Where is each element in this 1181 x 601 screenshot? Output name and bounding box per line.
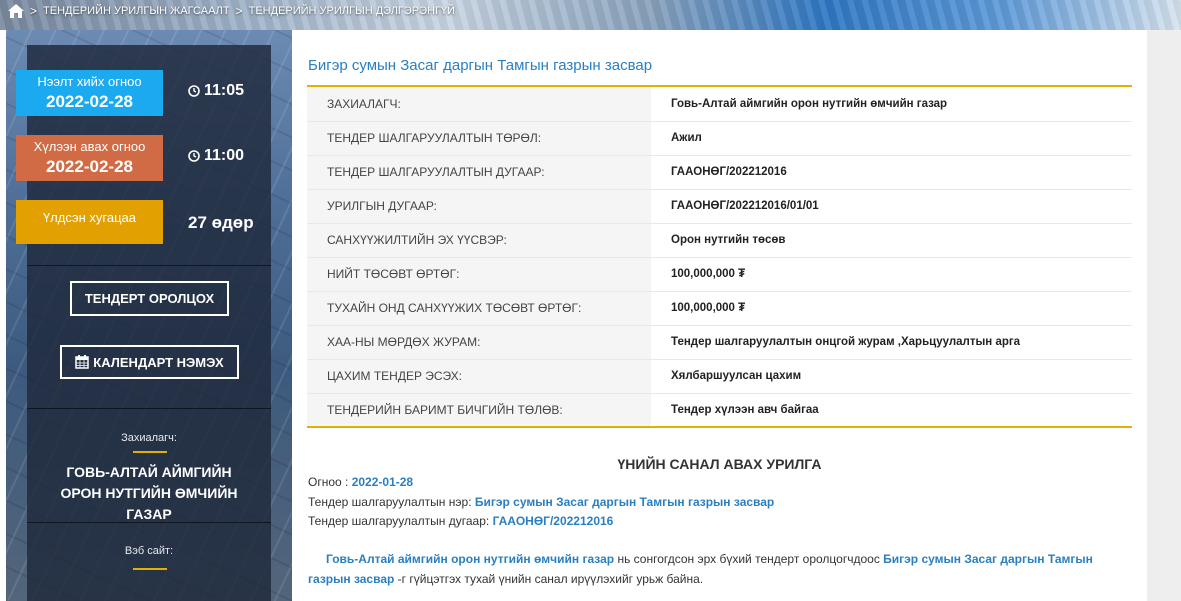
open-time: 11:05	[188, 82, 244, 100]
row-value: Хялбаршуулсан цахим	[651, 359, 1132, 394]
row-value: ГААОНӨГ/202212016	[651, 155, 1132, 190]
row-value: Говь-Алтай аймгийн орон нутгийн өмчийн г…	[651, 87, 1132, 122]
customer-name: ГОВЬ-АЛТАЙ АЙМГИЙН ОРОН НУТГИЙН ӨМЧИЙН Г…	[60, 464, 238, 522]
participate-tender-button[interactable]: ТЕНДЕРТ ОРОЛЦОХ	[70, 281, 229, 316]
row-value: 100,000,000 ₮	[651, 257, 1132, 292]
clock-icon	[188, 150, 200, 162]
right-gutter	[1147, 30, 1181, 601]
table-row: ТЕНДЕР ШАЛГАРУУЛАЛТЫН ТӨРӨЛ: Ажил	[307, 121, 1132, 156]
invitation-heading: ҮНИЙН САНАЛ АВАХ УРИЛГА	[617, 456, 822, 472]
row-key: ТЕНДЕР ШАЛГАРУУЛАЛТЫН ДУГААР:	[307, 155, 651, 190]
add-to-calendar-label: КАЛЕНДАРТ НЭМЭХ	[93, 354, 224, 370]
home-icon[interactable]	[8, 4, 24, 18]
row-value: 100,000,000 ₮	[651, 291, 1132, 326]
main-content: Бигэр сумын Засаг даргын Тамгын газрын з…	[293, 30, 1147, 601]
breadcrumb-separator: >	[235, 4, 243, 18]
tender-title: Бигэр сумын Засаг даргын Тамгын газрын з…	[308, 57, 653, 74]
invitation-number-line: Тендер шалгаруулалтын дугаар: ГААОНӨГ/20…	[308, 514, 613, 528]
invitation-date-line: Огноо : 2022-01-28	[308, 475, 413, 489]
remaining-value: 27 өдөр	[188, 213, 254, 232]
tender-info-table: ЗАХИАЛАГЧ: Говь-Алтай аймгийн орон нутгий…	[307, 87, 1132, 428]
calendar-icon	[75, 355, 90, 369]
close-date-value: 2022-02-28	[46, 157, 133, 176]
row-key: ТУХАЙН ОНД САНХҮҮЖИХ ТӨСӨВТ ӨРТӨГ:	[307, 291, 651, 326]
row-key: ХАА-НЫ МӨРДӨХ ЖУРАМ:	[307, 325, 651, 360]
table-row: НИЙТ ТӨСӨВТ ӨРТӨГ: 100,000,000 ₮	[307, 257, 1132, 292]
tender-name-label: Тендер шалгаруулалтын нэр:	[308, 495, 472, 509]
para-middle: нь сонгогдсон эрх бүхий тендерт оролцогч…	[617, 552, 880, 566]
table-bottom-line	[307, 426, 1132, 428]
breadcrumb: > ТЕНДЕРИЙН УРИЛГЫН ЖАГСААЛТ > ТЕНДЕРИЙН…	[8, 4, 455, 18]
row-key: ЦАХИМ ТЕНДЕР ЭСЭХ:	[307, 359, 651, 394]
table-row: УРИЛГЫН ДУГААР: ГААОНӨГ/202212016/01/01	[307, 189, 1132, 224]
row-value: Тендер хүлээн авч байгаа	[651, 393, 1132, 428]
tender-name-value: Бигэр сумын Засаг даргын Тамгын газрын з…	[474, 495, 775, 509]
row-key: УРИЛГЫН ДУГААР:	[307, 189, 651, 224]
gold-underline	[133, 451, 167, 453]
breadcrumb-tender-list[interactable]: ТЕНДЕРИЙН УРИЛГЫН ЖАГСААЛТ	[43, 5, 230, 17]
add-to-calendar-button[interactable]: КАЛЕНДАРТ НЭМЭХ	[60, 345, 239, 379]
row-key: ТЕНДЕРИЙН БАРИМТ БИЧГИЙН ТӨЛӨВ:	[307, 393, 651, 428]
table-row: ТЕНДЕРИЙН БАРИМТ БИЧГИЙН ТӨЛӨВ: Тендер хү…	[307, 393, 1132, 428]
clock-icon	[188, 85, 200, 97]
open-date-card: Нээлт хийх огноо 2022-02-28	[16, 70, 163, 116]
header-banner: > ТЕНДЕРИЙН УРИЛГЫН ЖАГСААЛТ > ТЕНДЕРИЙН…	[0, 0, 1181, 30]
breadcrumb-tender-detail: ТЕНДЕРИЙН УРИЛГЫН ДЭЛГЭРЭНГҮЙ	[248, 5, 455, 17]
table-row: ЦАХИМ ТЕНДЕР ЭСЭХ: Хялбаршуулсан цахим	[307, 359, 1132, 394]
row-value: Тендер шалгаруулалтын онцгой журам ,Харь…	[651, 325, 1132, 360]
table-row: САНХҮҮЖИЛТИЙН ЭХ ҮҮСВЭР: Орон нутгийн төс…	[307, 223, 1132, 258]
close-date-card: Хүлээн авах огноо 2022-02-28	[16, 135, 163, 181]
breadcrumb-separator: >	[30, 4, 38, 18]
para-organization: Говь-Алтай аймгийн орон нутгийн өмчийн г…	[326, 552, 615, 566]
gold-underline	[133, 568, 167, 570]
date-value: 2022-01-28	[351, 475, 414, 489]
row-key: ЗАХИАЛАГЧ:	[307, 87, 651, 122]
invitation-paragraph: Говь-Алтай аймгийн орон нутгийн өмчийн г…	[308, 549, 1128, 589]
close-date-label: Хүлээн авах огноо	[33, 139, 146, 154]
remaining-label: Үлдсэн хугацаа	[42, 210, 137, 225]
row-value: ГААОНӨГ/202212016/01/01	[651, 189, 1132, 224]
customer-label: Захиалагч:	[121, 432, 177, 444]
sidebar-divider	[27, 408, 271, 409]
date-label: Огноо :	[308, 475, 349, 489]
row-value: Ажил	[651, 121, 1132, 156]
row-value: Орон нутгийн төсөв	[651, 223, 1132, 258]
open-date-label: Нээлт хийх огноо	[37, 74, 142, 89]
table-row: ТУХАЙН ОНД САНХҮҮЖИХ ТӨСӨВТ ӨРТӨГ: 100,00…	[307, 291, 1132, 326]
sidebar-divider	[27, 265, 271, 266]
para-end: -г гүйцэтгэх тухай үнийн санал ирүүлэхий…	[397, 572, 704, 586]
invitation-name-line: Тендер шалгаруулалтын нэр: Бигэр сумын З…	[308, 495, 774, 509]
remaining-card: Үлдсэн хугацаа	[16, 200, 163, 244]
website-label: Вэб сайт:	[124, 545, 174, 557]
sidebar-divider	[27, 522, 271, 523]
row-key: ТЕНДЕР ШАЛГАРУУЛАЛТЫН ТӨРӨЛ:	[307, 121, 651, 156]
table-row: ТЕНДЕР ШАЛГАРУУЛАЛТЫН ДУГААР: ГААОНӨГ/202…	[307, 155, 1132, 190]
open-date-value: 2022-02-28	[46, 92, 133, 111]
table-row: ЗАХИАЛАГЧ: Говь-Алтай аймгийн орон нутгий…	[307, 87, 1132, 122]
close-time: 11:00	[188, 147, 244, 165]
row-key: НИЙТ ТӨСӨВТ ӨРТӨГ:	[307, 257, 651, 292]
open-time-value: 11:05	[204, 82, 245, 99]
tender-number-value: ГААОНӨГ/202212016	[492, 514, 614, 528]
table-row: ХАА-НЫ МӨРДӨХ ЖУРАМ: Тендер шалгаруулалты…	[307, 325, 1132, 360]
row-key: САНХҮҮЖИЛТИЙН ЭХ ҮҮСВЭР:	[307, 223, 651, 258]
close-time-value: 11:00	[204, 147, 245, 164]
tender-number-label: Тендер шалгаруулалтын дугаар:	[308, 514, 490, 528]
